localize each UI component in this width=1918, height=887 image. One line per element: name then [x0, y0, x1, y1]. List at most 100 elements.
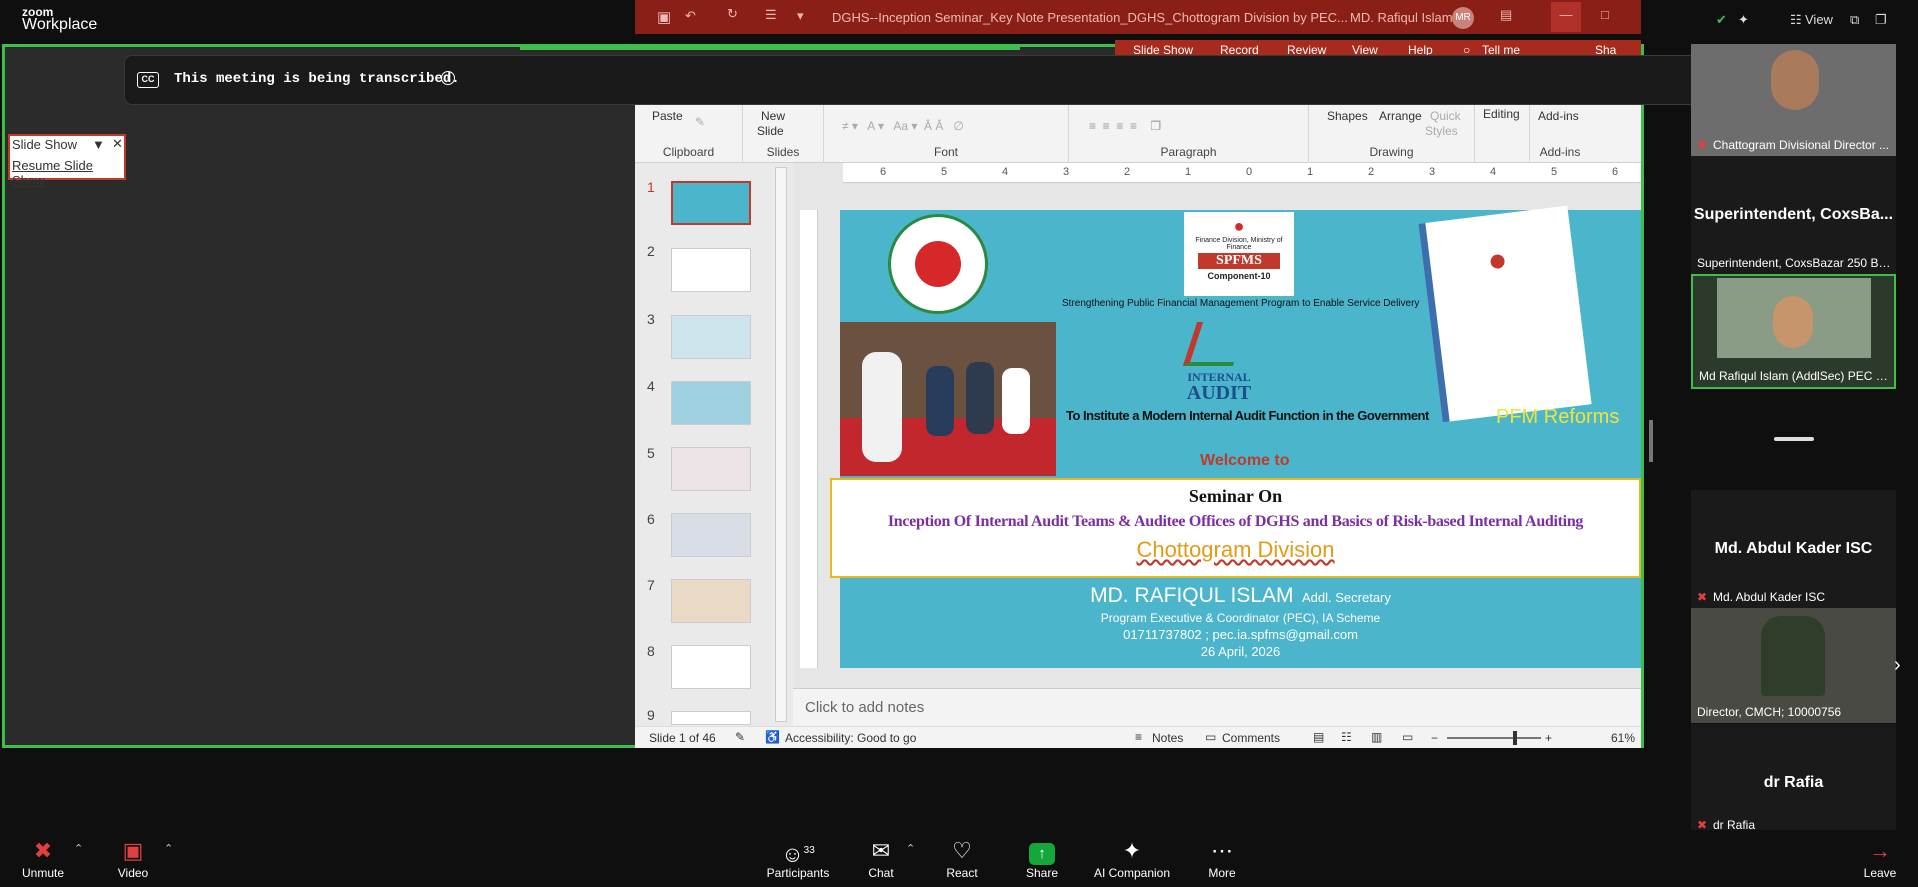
mic-muted-icon: ✖	[1697, 138, 1708, 152]
accessibility-status[interactable]: Accessibility: Good to go	[785, 731, 916, 745]
undo-icon[interactable]: ↶	[685, 8, 696, 24]
tile-name: dr Rafia	[1763, 774, 1824, 791]
leave-button[interactable]: → Leave	[1858, 838, 1902, 880]
comments-icon[interactable]: ▭	[1205, 730, 1216, 744]
zoom-level[interactable]: 61%	[1611, 731, 1635, 745]
sorter-view-icon[interactable]: ☷	[1341, 730, 1352, 744]
seminar-photo	[840, 322, 1056, 476]
video-tile[interactable]: Director, CMCH; 10000756	[1691, 608, 1896, 723]
normal-view-icon[interactable]: ▤	[1313, 730, 1324, 744]
thumb-slide-1[interactable]	[671, 181, 751, 225]
zoom-slider-thumb[interactable]	[1513, 731, 1517, 745]
zoom-in-icon[interactable]: +	[1545, 731, 1552, 745]
new-slide-label2: Slide	[757, 124, 784, 138]
resume-slideshow-button[interactable]: Resume Slide Show	[12, 158, 124, 188]
notes-button[interactable]: Notes	[1152, 731, 1183, 745]
ruler-tick-label: 1	[1307, 166, 1314, 178]
info-icon[interactable]: i	[441, 71, 455, 85]
seal-center	[915, 241, 961, 287]
chevron-up-icon[interactable]: ⌃	[74, 842, 83, 855]
notes-icon[interactable]: ≡	[1135, 730, 1142, 744]
comments-button[interactable]: Comments	[1222, 731, 1280, 745]
reading-view-icon[interactable]: ▥	[1371, 730, 1382, 744]
video-tile-active[interactable]: Md Rafiqul Islam (AddlSec) PEC SP...	[1691, 274, 1896, 389]
avatar[interactable]: MR	[1452, 7, 1474, 29]
panel-resize-handle[interactable]	[1774, 437, 1814, 441]
save-icon[interactable]: ▣	[657, 8, 671, 26]
notes-edit-icon[interactable]: ✎	[735, 730, 745, 744]
present-icon[interactable]: ☰	[765, 7, 777, 23]
more-label: More	[1208, 866, 1236, 880]
zoom-out-icon[interactable]: −	[1431, 731, 1438, 745]
customize-icon[interactable]: ▾	[797, 8, 804, 24]
addins-button[interactable]: Add-ins	[1538, 109, 1579, 123]
thumb-slide-8[interactable]	[671, 645, 751, 689]
video-tile[interactable]: Chattogram Divisional Director ... ✖	[1691, 44, 1896, 156]
participant-video	[1717, 278, 1871, 358]
view-button[interactable]: View	[1805, 12, 1833, 27]
security-shield-icon[interactable]: ✔	[1716, 12, 1727, 28]
share-button[interactable]: ↑ Share	[1020, 838, 1064, 880]
thumb-slide-5[interactable]	[671, 447, 751, 491]
splitter-handle[interactable]	[1649, 420, 1653, 462]
video-tile[interactable]: Md. Abdul Kader ISC Md. Abdul Kader ISC …	[1691, 490, 1896, 608]
slide-canvas[interactable]: ● Finance Division, Ministry of Finance …	[830, 205, 1641, 668]
thumb-slide-3[interactable]	[671, 315, 751, 359]
tile-name: Superintendent, CoxsBa...	[1693, 206, 1894, 223]
ribbon-display-icon[interactable]: ▤	[1500, 7, 1512, 23]
thumb-slide-7[interactable]	[671, 579, 751, 623]
react-label: React	[946, 866, 978, 880]
minimize-button[interactable]: —	[1551, 2, 1581, 32]
video-tile[interactable]: dr Rafia dr Rafia ✖	[1691, 724, 1896, 836]
redo-icon[interactable]: ↻	[727, 6, 738, 22]
shapes-button[interactable]: Shapes	[1327, 109, 1368, 123]
ruler-tick-label: 3	[1429, 166, 1436, 178]
video-off-icon: ▣	[122, 838, 144, 863]
user-name: MD. Rafiqul Islam	[1350, 10, 1453, 25]
thumb-scrollbar[interactable]	[775, 167, 787, 722]
new-slide-button[interactable]: New	[761, 109, 785, 123]
close-icon[interactable]: ✕	[112, 136, 123, 152]
chevron-right-icon[interactable]: ›	[1894, 654, 1901, 677]
chevron-up-icon[interactable]: ⌃	[164, 842, 173, 855]
component-text: Component-10	[1207, 271, 1271, 281]
participants-button[interactable]: ☺33 Participants	[760, 838, 836, 880]
notes-pane[interactable]: Click to add notes	[793, 688, 1641, 726]
ai-companion-button[interactable]: ✦ AI Companion	[1092, 838, 1172, 880]
chat-icon: ✉	[871, 838, 891, 863]
share-screen-icon[interactable]: ❐	[1875, 12, 1887, 28]
thumb-slide-4[interactable]	[671, 381, 751, 425]
zoom-slider[interactable]	[1447, 737, 1541, 739]
thumb-slide-9[interactable]	[671, 711, 751, 725]
chat-button[interactable]: ✉ Chat	[860, 838, 902, 880]
font-controls[interactable]: ≠ ▾ A ▾ Aa ▾ Â Ǎ ∅	[842, 119, 964, 133]
accessibility-icon[interactable]: ♿	[765, 730, 780, 744]
alignment-controls[interactable]: ≡ ≡ ≡ ≡ ❒	[1089, 119, 1161, 133]
vertical-ruler	[800, 210, 818, 668]
slideshow-view-icon[interactable]: ▭	[1402, 730, 1413, 744]
tile-label: Superintendent, CoxsBazar 250 Be...	[1697, 256, 1892, 270]
arrange-button[interactable]: Arrange	[1379, 109, 1422, 123]
maximize-button[interactable]: □	[1601, 7, 1609, 22]
quick-styles-button[interactable]: Quick	[1430, 109, 1461, 123]
thumb-slide-6[interactable]	[671, 513, 751, 557]
more-button[interactable]: ⋯ More	[1200, 838, 1244, 880]
view-grid-icon[interactable]: ☷	[1790, 12, 1802, 28]
editing-button[interactable]: Editing	[1483, 107, 1520, 121]
thumb-slide-2[interactable]	[671, 248, 751, 292]
unmute-button[interactable]: ✖ Unmute	[18, 838, 68, 880]
dropdown-icon[interactable]: ▼	[92, 137, 105, 152]
video-tile[interactable]: Superintendent, CoxsBa... Superintendent…	[1691, 156, 1896, 274]
react-button[interactable]: ♡ React	[940, 838, 984, 880]
picture-in-picture-icon[interactable]: ⧉	[1850, 12, 1859, 28]
presenter-role: Program Executive & Coordinator (PEC), I…	[1100, 611, 1381, 625]
paste-button[interactable]: Paste	[652, 109, 683, 123]
group-font: ≠ ▾ A ▾ Aa ▾ Â Ǎ ∅ Font	[824, 95, 1069, 163]
format-painter-icon[interactable]: ✎	[695, 115, 705, 129]
slide-thumbnails[interactable]: 1 2 3 4 5 6 7 8 9	[635, 163, 793, 726]
ruler-tick-label: 4	[1490, 166, 1497, 178]
chevron-up-icon[interactable]: ⌃	[906, 842, 915, 855]
group-label: Paragraph	[1160, 145, 1217, 159]
sparkle-icon[interactable]: ✦	[1738, 12, 1749, 28]
video-button[interactable]: ▣ Video	[108, 838, 158, 880]
